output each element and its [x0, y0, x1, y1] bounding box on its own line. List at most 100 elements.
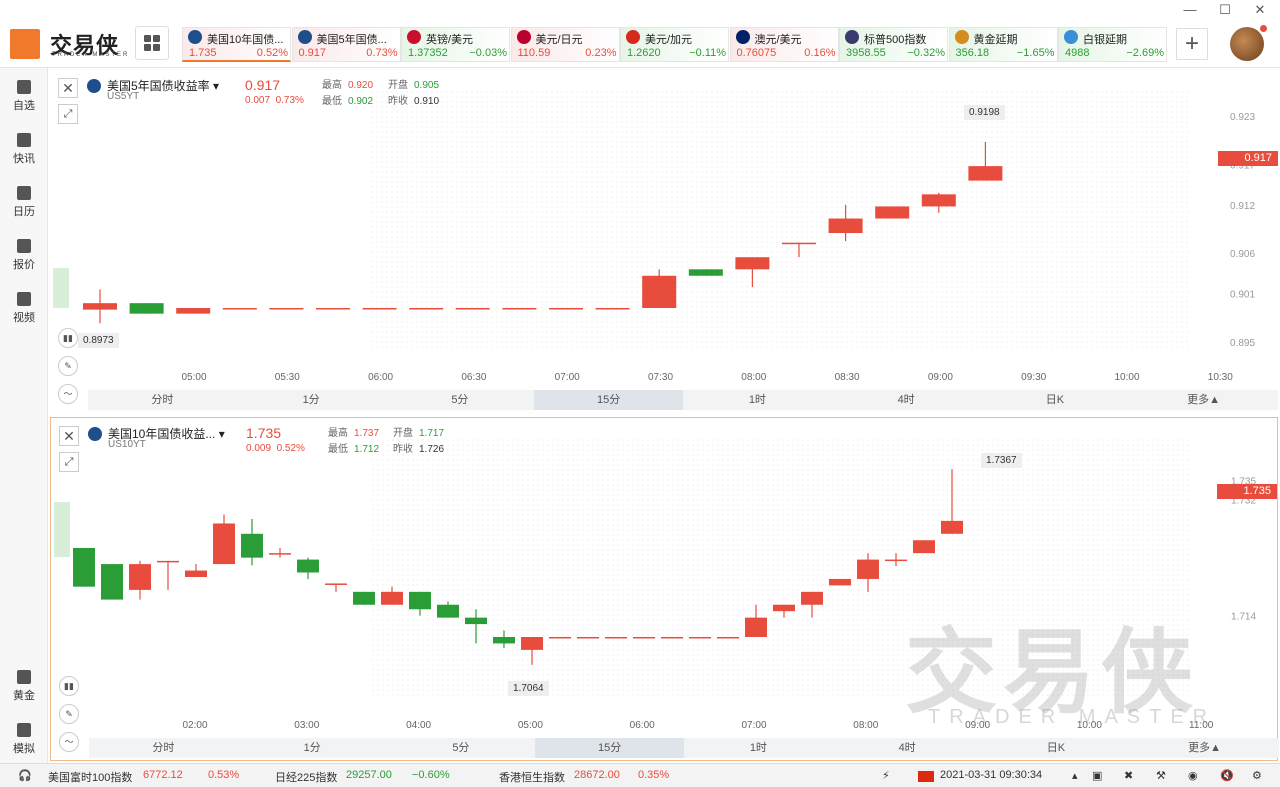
candle[interactable]: [633, 636, 655, 639]
candle[interactable]: [829, 578, 851, 586]
timeframe-tab[interactable]: 1分: [238, 738, 387, 758]
candle[interactable]: [185, 564, 207, 577]
ticker-tab[interactable]: 澳元/美元 0.76075 0.16%: [729, 27, 839, 62]
ticker-tab[interactable]: 美元/加元 1.2620 −0.11%: [620, 27, 729, 62]
settings-icon[interactable]: ⚙: [1252, 769, 1262, 782]
minimize-button[interactable]: —: [1180, 2, 1200, 18]
add-ticker-button[interactable]: +: [1176, 28, 1208, 60]
calendar-icon: [17, 186, 31, 200]
screen-off-icon[interactable]: ▣: [1092, 769, 1102, 782]
shuffle-icon[interactable]: ✖: [1124, 769, 1133, 782]
candle[interactable]: [409, 308, 444, 310]
sidebar-item-calendar[interactable]: 日历: [0, 186, 48, 219]
ticker-name: 白银延期: [1083, 34, 1127, 46]
timeframe-tab[interactable]: 更多▲: [1129, 390, 1278, 410]
timeframe-tab[interactable]: 15分: [534, 390, 683, 410]
status-index-name[interactable]: 日经225指数: [275, 769, 337, 785]
sidebar-item-simulate[interactable]: 模拟: [0, 723, 48, 756]
ticker-tab[interactable]: 美国5年国债... 0.917 0.73%: [291, 27, 401, 62]
sidebar-item-news[interactable]: 快讯: [0, 133, 48, 166]
candlestick-chart[interactable]: 0.923 0.917 0.912 0.906 0.901 0.895 05:00 05:30…: [50, 70, 1278, 388]
candle[interactable]: [176, 308, 211, 314]
timeframe-tab[interactable]: 更多▲: [1130, 738, 1279, 758]
candle[interactable]: [875, 206, 910, 219]
candle[interactable]: [269, 547, 291, 558]
avatar[interactable]: [1230, 27, 1264, 61]
candle[interactable]: [688, 269, 723, 276]
timeframe-tab[interactable]: 1时: [683, 390, 832, 410]
sidebar-item-quotes[interactable]: 报价: [0, 239, 48, 272]
ticker-tab[interactable]: 英镑/美元 1.37352 −0.03%: [401, 27, 510, 62]
candle[interactable]: [689, 636, 711, 639]
timeframe-tab[interactable]: 日K: [982, 738, 1131, 758]
candle[interactable]: [913, 540, 935, 554]
sidebar-item-watchlist[interactable]: 自选: [0, 80, 48, 113]
candle[interactable]: [549, 308, 583, 310]
timeframe-tab[interactable]: 分时: [89, 738, 238, 758]
mute-icon[interactable]: 🔇: [1220, 769, 1234, 782]
candle[interactable]: [269, 308, 304, 310]
status-index-name[interactable]: 香港恒生指数: [499, 769, 565, 785]
candle[interactable]: [362, 308, 397, 310]
status-bar: 🎧 美国富时100指数 6772.12 0.53% 日经225指数 29257.…: [0, 763, 1280, 787]
timeframe-tab[interactable]: 4时: [833, 738, 982, 758]
ticker-tab[interactable]: 美元/日元 110.59 0.23%: [510, 27, 620, 62]
timeframe-tab[interactable]: 1时: [684, 738, 833, 758]
x-tick-label: 08:00: [853, 720, 878, 731]
candle[interactable]: [325, 583, 347, 592]
timeframe-tab[interactable]: 4时: [832, 390, 981, 410]
candle[interactable]: [241, 518, 263, 566]
tools-icon[interactable]: ⚒: [1156, 769, 1166, 782]
timeframe-tab[interactable]: 1分: [237, 390, 386, 410]
status-index-name[interactable]: 美国富时100指数: [48, 769, 132, 785]
candle[interactable]: [661, 636, 683, 639]
candle[interactable]: [101, 564, 123, 600]
candle[interactable]: [316, 308, 350, 310]
candle[interactable]: [595, 308, 630, 310]
sidebar-item-video[interactable]: 视频: [0, 292, 48, 325]
candle[interactable]: [83, 289, 117, 324]
ticker-tab[interactable]: 美国10年国债... 1.735 0.52%: [182, 27, 291, 62]
candle[interactable]: [577, 636, 599, 639]
ticker-price: 110.59: [517, 47, 551, 59]
camera-icon[interactable]: ◉: [1188, 769, 1198, 782]
partial-candle: [53, 268, 69, 308]
maximize-button[interactable]: ☐: [1215, 2, 1235, 18]
candle[interactable]: [549, 636, 571, 639]
candle[interactable]: [455, 308, 490, 310]
sidebar-item-label: 报价: [13, 259, 35, 271]
candle[interactable]: [353, 591, 375, 605]
ticker-price: 356.18: [955, 47, 990, 59]
candle[interactable]: [297, 557, 319, 579]
timeframe-tab[interactable]: 15分: [535, 738, 684, 758]
candle[interactable]: [502, 308, 537, 310]
caret-up-icon[interactable]: ▴: [1072, 769, 1078, 782]
headset-icon[interactable]: 🎧: [18, 769, 32, 782]
sidebar-item-label: 模拟: [13, 743, 35, 755]
timeframe-tab[interactable]: 5分: [386, 390, 535, 410]
candle[interactable]: [157, 560, 179, 590]
candle[interactable]: [213, 514, 235, 565]
close-button[interactable]: ✕: [1250, 2, 1270, 18]
candle[interactable]: [129, 303, 164, 314]
ticker-price: 1.2620: [627, 47, 661, 59]
candle[interactable]: [73, 547, 95, 587]
candle[interactable]: [717, 636, 739, 639]
ticker-tab[interactable]: 标普500指数 3958.55 −0.32%: [839, 27, 948, 62]
min-price-tag: 0.8973: [78, 333, 119, 348]
timeframe-tab[interactable]: 5分: [387, 738, 536, 758]
network-icon[interactable]: ⚡: [882, 769, 890, 782]
sidebar-item-gold[interactable]: 黄金: [0, 670, 48, 703]
timeframe-tab[interactable]: 分时: [88, 390, 237, 410]
ticker-tab[interactable]: 白银延期 4988 −2.69%: [1058, 27, 1167, 62]
world-map-background: [371, 438, 1191, 698]
x-tick-label: 07:00: [741, 720, 766, 731]
ticker-tab[interactable]: 黄金延期 356.18 −1.65%: [948, 27, 1058, 62]
layout-grid-button[interactable]: [135, 26, 169, 60]
candle[interactable]: [605, 636, 627, 639]
candle[interactable]: [129, 560, 151, 600]
candlestick-chart[interactable]: 1.7351.7321.71402:00 03:00 04:00 05:00 06:00…: [51, 418, 1277, 736]
ticker-name: 美元/日元: [535, 34, 583, 46]
timeframe-tab[interactable]: 日K: [981, 390, 1130, 410]
candle[interactable]: [222, 308, 257, 310]
